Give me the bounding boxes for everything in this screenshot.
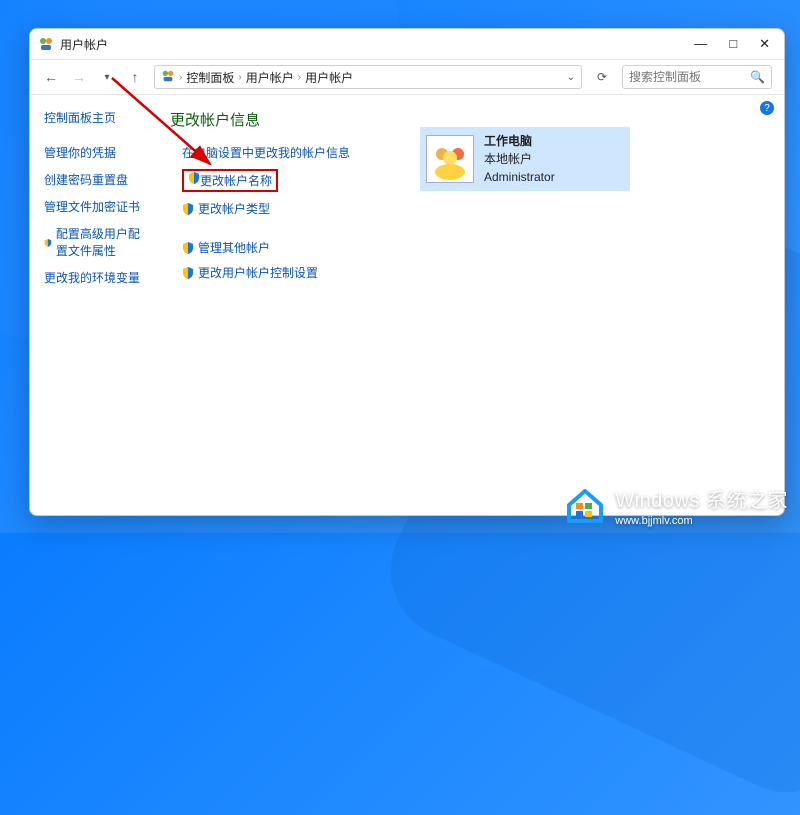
sidebar-password-reset-link[interactable]: 创建密码重置盘 bbox=[44, 171, 150, 188]
sidebar-encryption-link[interactable]: 管理文件加密证书 bbox=[44, 198, 150, 215]
refresh-button[interactable]: ⟳ bbox=[592, 70, 612, 84]
up-button[interactable]: ↑ bbox=[126, 69, 144, 85]
uac-settings-link[interactable]: 更改用户帐户控制设置 bbox=[182, 264, 774, 281]
breadcrumb-separator: › bbox=[238, 72, 241, 83]
titlebar: 用户帐户 — □ ✕ bbox=[30, 29, 784, 59]
back-button[interactable]: ← bbox=[42, 69, 60, 85]
address-bar[interactable]: › 控制面板 › 用户帐户 › 用户帐户 ⌄ bbox=[154, 65, 582, 89]
watermark-url: www.bjjmlv.com bbox=[615, 515, 788, 527]
shield-icon bbox=[188, 172, 200, 184]
sidebar-home-link[interactable]: 控制面板主页 bbox=[44, 109, 150, 126]
watermark-logo-icon bbox=[563, 483, 607, 527]
window-title: 用户帐户 bbox=[60, 36, 108, 53]
shield-icon bbox=[44, 236, 52, 248]
breadcrumb-separator: › bbox=[298, 72, 301, 83]
manage-other-accounts-link[interactable]: 管理其他帐户 bbox=[182, 239, 774, 256]
window-controls: — □ ✕ bbox=[694, 36, 776, 52]
minimize-button[interactable]: — bbox=[694, 36, 707, 52]
sidebar-advanced-profile-link[interactable]: 配置高级用户配置文件属性 bbox=[44, 225, 150, 259]
user-info: 工作电脑 本地帐户 Administrator bbox=[484, 132, 555, 186]
user-type: 本地帐户 bbox=[484, 150, 555, 168]
user-role: Administrator bbox=[484, 168, 555, 186]
shield-icon bbox=[182, 203, 194, 215]
body: 控制面板主页 管理你的凭据 创建密码重置盘 管理文件加密证书 配置高级用户配置文… bbox=[30, 95, 784, 515]
breadcrumb-item[interactable]: 控制面板 bbox=[186, 69, 234, 86]
content-area: ? 更改帐户信息 在电脑设置中更改我的帐户信息 更改帐户名称 更改帐户类型 bbox=[160, 95, 784, 515]
shield-icon bbox=[182, 242, 194, 254]
change-account-type-link[interactable]: 更改帐户类型 bbox=[182, 200, 774, 217]
sidebar: 控制面板主页 管理你的凭据 创建密码重置盘 管理文件加密证书 配置高级用户配置文… bbox=[30, 95, 160, 515]
forward-button[interactable]: → bbox=[70, 69, 88, 85]
breadcrumb-separator: › bbox=[179, 72, 182, 83]
toolbar: ← → ▾ ↑ › 控制面板 › 用户帐户 › 用户帐户 ⌄ ⟳ 🔍 bbox=[30, 59, 784, 95]
shield-icon bbox=[182, 267, 194, 279]
watermark: Windows 系统之家 www.bjjmlv.com bbox=[563, 483, 788, 527]
close-button[interactable]: ✕ bbox=[759, 36, 770, 52]
breadcrumb-item[interactable]: 用户帐户 bbox=[246, 69, 294, 86]
recent-dropdown[interactable]: ▾ bbox=[98, 72, 116, 83]
search-icon: 🔍 bbox=[750, 70, 765, 84]
watermark-title: Windows 系统之家 bbox=[615, 484, 788, 513]
user-avatar bbox=[426, 135, 474, 183]
app-icon bbox=[38, 36, 54, 52]
folder-icon bbox=[161, 69, 175, 86]
user-card: 工作电脑 本地帐户 Administrator bbox=[420, 127, 630, 191]
help-icon[interactable]: ? bbox=[760, 101, 774, 115]
sidebar-credentials-link[interactable]: 管理你的凭据 bbox=[44, 144, 150, 161]
address-dropdown-icon[interactable]: ⌄ bbox=[567, 72, 575, 83]
search-box[interactable]: 🔍 bbox=[622, 65, 772, 89]
search-input[interactable] bbox=[629, 70, 739, 84]
breadcrumb-item[interactable]: 用户帐户 bbox=[305, 69, 353, 86]
sidebar-env-vars-link[interactable]: 更改我的环境变量 bbox=[44, 269, 150, 286]
user-name: 工作电脑 bbox=[484, 132, 555, 150]
window: 用户帐户 — □ ✕ ← → ▾ ↑ › 控制面板 › 用户帐户 › 用户帐户 … bbox=[29, 28, 785, 516]
maximize-button[interactable]: □ bbox=[729, 36, 737, 52]
